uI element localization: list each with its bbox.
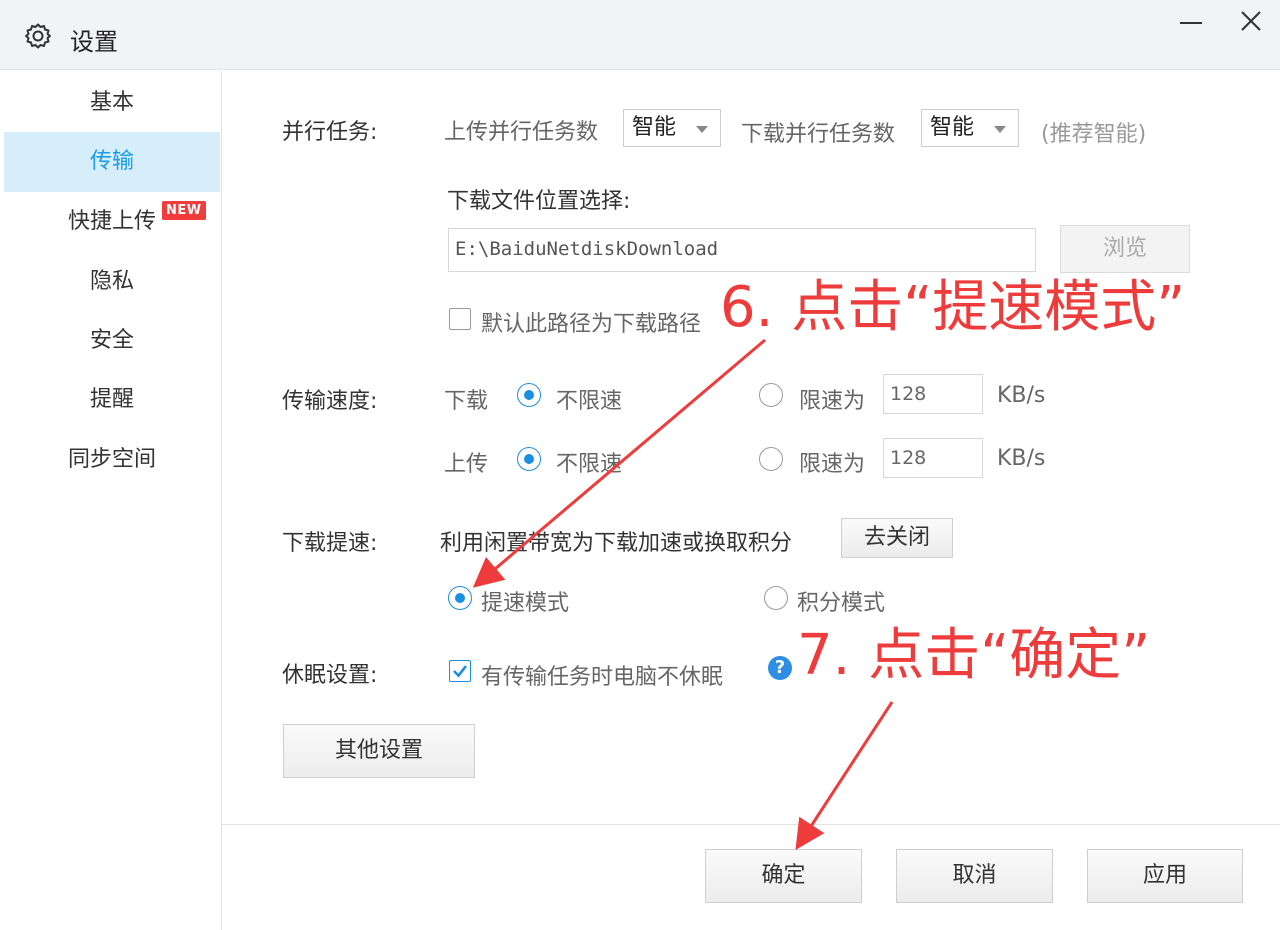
download-limit-input[interactable]: 128 bbox=[883, 374, 983, 414]
default-path-checkbox[interactable] bbox=[449, 308, 471, 330]
chevron-down-icon bbox=[696, 126, 708, 133]
no-sleep-checkbox[interactable] bbox=[449, 660, 471, 682]
other-settings-button[interactable]: 其他设置 bbox=[283, 724, 475, 778]
window-title: 设置 bbox=[70, 28, 118, 56]
chevron-down-icon bbox=[994, 126, 1006, 133]
upload-limit-unit: KB/s bbox=[997, 446, 1046, 471]
download-unlimited-label: 不限速 bbox=[556, 389, 623, 414]
footer-divider bbox=[222, 824, 1280, 825]
accelerate-label: 下载提速: bbox=[282, 531, 378, 556]
sidebar-item-transfer[interactable]: 传输 bbox=[4, 132, 220, 192]
sidebar-item-privacy[interactable]: 隐私 bbox=[4, 252, 220, 312]
upload-unlimited-radio[interactable] bbox=[517, 447, 541, 471]
sidebar-item-security[interactable]: 安全 bbox=[4, 311, 220, 371]
download-speed-label: 下载 bbox=[444, 389, 489, 414]
annotation-step7: 7. 点击“确定” bbox=[797, 623, 1151, 688]
cancel-button[interactable]: 取消 bbox=[896, 849, 1053, 903]
download-parallel-label: 下载并行任务数 bbox=[741, 122, 896, 147]
download-limit-radio[interactable] bbox=[759, 383, 783, 407]
minimize-button[interactable] bbox=[1176, 14, 1206, 30]
new-badge: NEW bbox=[162, 201, 206, 220]
download-location-label: 下载文件位置选择: bbox=[447, 189, 631, 214]
download-limit-label: 限速为 bbox=[799, 389, 866, 414]
upload-limit-radio[interactable] bbox=[759, 447, 783, 471]
sidebar: 基本 传输 快捷上传 NEW 隐私 安全 提醒 同步空间 bbox=[0, 71, 222, 930]
upload-limit-label: 限速为 bbox=[799, 452, 866, 477]
upload-speed-label: 上传 bbox=[444, 452, 489, 477]
download-parallel-value: 智能 bbox=[930, 115, 975, 140]
speed-mode-label: 提速模式 bbox=[481, 591, 570, 616]
points-mode-radio[interactable] bbox=[764, 586, 788, 610]
download-unlimited-radio[interactable] bbox=[517, 383, 541, 407]
speed-mode-radio[interactable] bbox=[448, 586, 472, 610]
download-limit-unit: KB/s bbox=[997, 383, 1046, 408]
gear-icon bbox=[25, 23, 51, 49]
sleep-label: 休眠设置: bbox=[282, 663, 378, 688]
parallel-hint: (推荐智能) bbox=[1041, 122, 1147, 147]
help-icon[interactable]: ? bbox=[768, 656, 792, 680]
download-parallel-select[interactable]: 智能 bbox=[921, 109, 1019, 147]
arrow-step7 bbox=[795, 701, 894, 851]
check-icon bbox=[453, 665, 468, 678]
annotation-step6: 6. 点击“提速模式” bbox=[720, 275, 1186, 340]
ok-button[interactable]: 确定 bbox=[705, 849, 862, 903]
upload-parallel-value: 智能 bbox=[632, 115, 677, 140]
parallel-label: 并行任务: bbox=[282, 120, 378, 145]
close-icon[interactable] bbox=[1236, 6, 1266, 36]
no-sleep-label: 有传输任务时电脑不休眠 bbox=[481, 665, 724, 690]
upload-parallel-select[interactable]: 智能 bbox=[623, 109, 721, 147]
apply-button[interactable]: 应用 bbox=[1087, 849, 1243, 903]
sidebar-item-reminder[interactable]: 提醒 bbox=[4, 370, 220, 430]
default-path-label: 默认此路径为下载路径 bbox=[481, 312, 702, 337]
close-accelerate-button[interactable]: 去关闭 bbox=[841, 518, 953, 558]
sidebar-item-sync-space[interactable]: 同步空间 bbox=[4, 430, 220, 490]
accelerate-description: 利用闲置带宽为下载加速或换取积分 bbox=[440, 531, 793, 556]
upload-unlimited-label: 不限速 bbox=[556, 452, 623, 477]
upload-parallel-label: 上传并行任务数 bbox=[444, 120, 599, 145]
sidebar-item-basic[interactable]: 基本 bbox=[4, 73, 220, 133]
speed-label: 传输速度: bbox=[282, 389, 378, 414]
upload-limit-input[interactable]: 128 bbox=[883, 438, 983, 478]
title-bar: 设置 bbox=[0, 0, 1280, 70]
